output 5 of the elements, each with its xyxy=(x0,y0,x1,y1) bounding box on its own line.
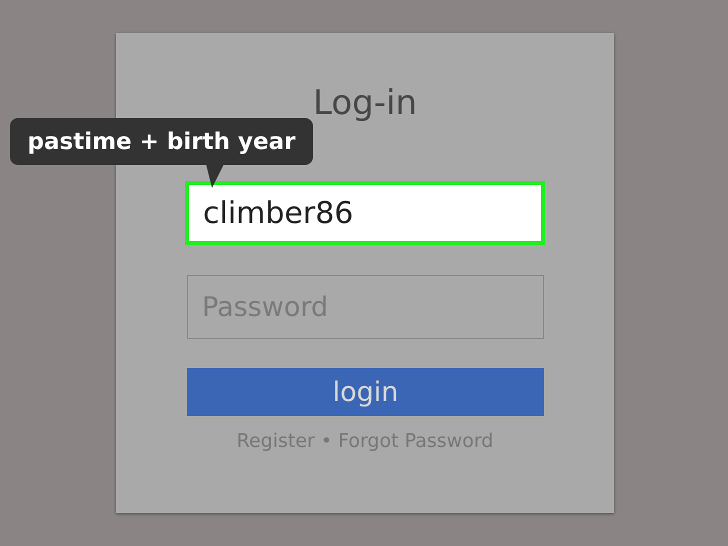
login-title: Log-in xyxy=(313,82,417,125)
username-field[interactable]: climber86 xyxy=(185,181,545,245)
callout-text: pastime + birth year xyxy=(28,128,296,154)
link-separator: • xyxy=(320,430,332,452)
login-button[interactable]: login xyxy=(187,368,544,416)
